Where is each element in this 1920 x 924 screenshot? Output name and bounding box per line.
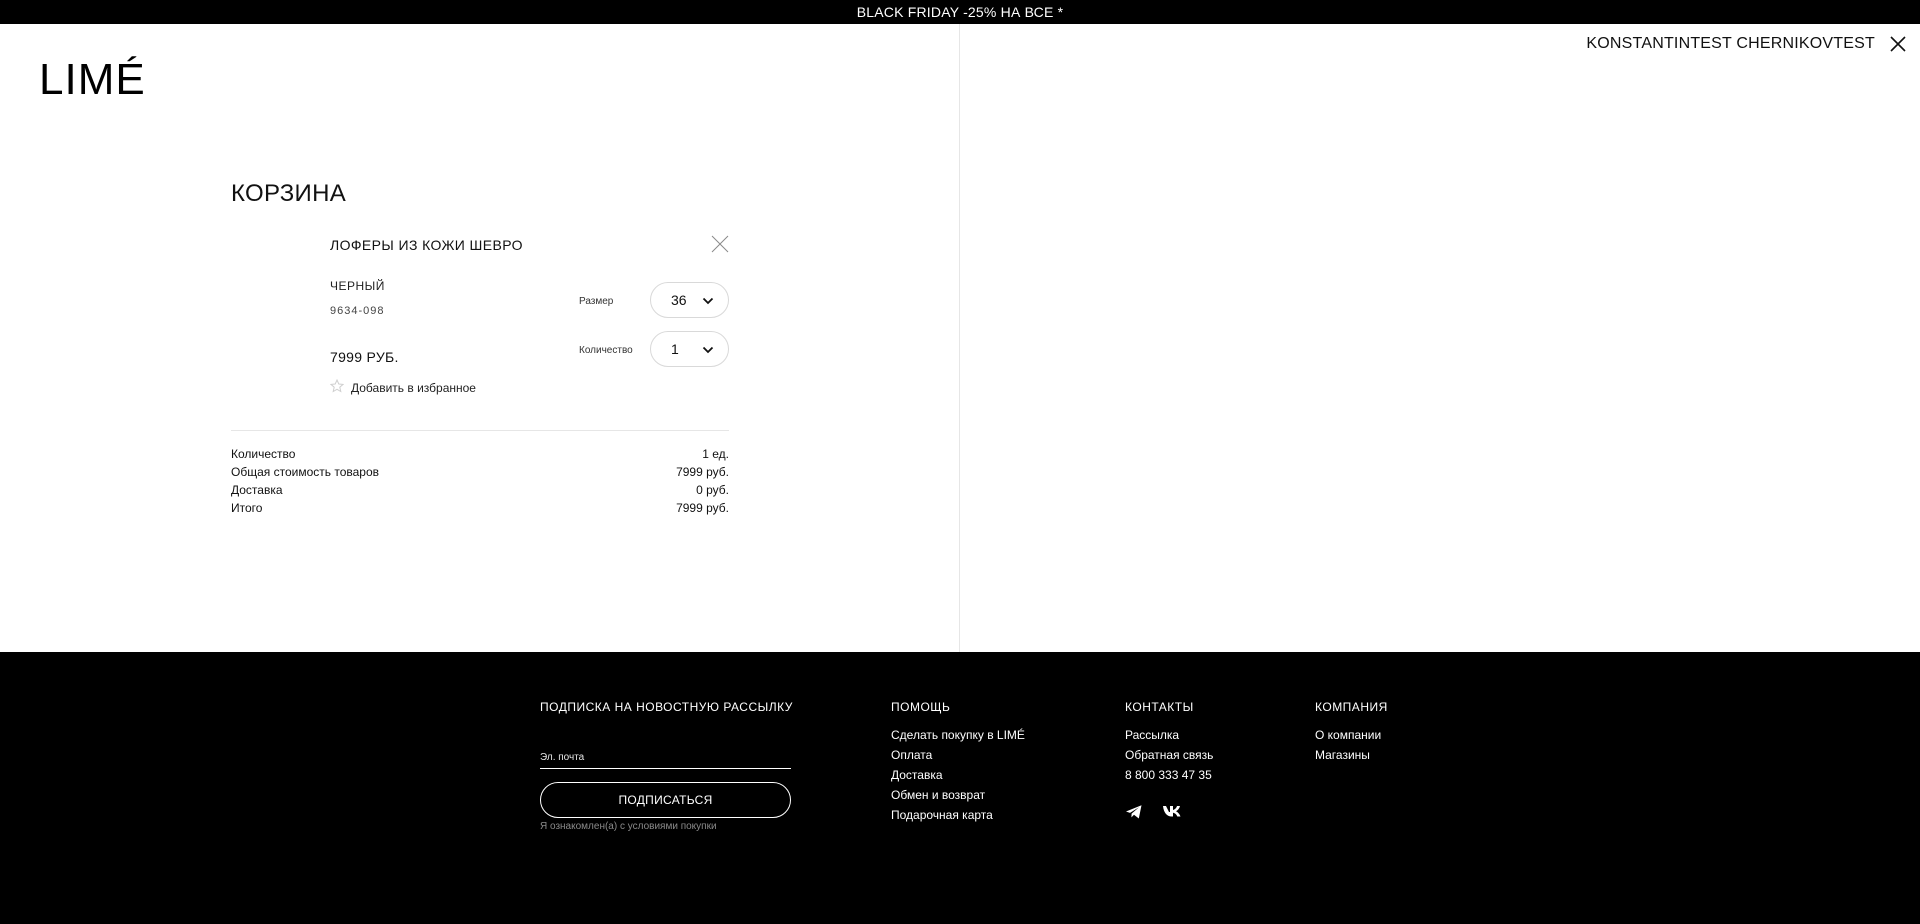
close-icon[interactable] [1888, 34, 1908, 54]
footer-link[interactable]: Рассылка [1125, 728, 1179, 742]
subscribe-button[interactable]: ПОДПИСАТЬСЯ [540, 782, 791, 818]
item-price: 7999 РУБ. [330, 349, 399, 365]
quantity-select[interactable]: 1 [650, 331, 729, 367]
quantity-value: 1 [671, 341, 679, 357]
item-color: ЧЕРНЫЙ [330, 279, 385, 293]
size-value: 36 [671, 292, 687, 308]
footer-link[interactable]: Подарочная карта [891, 808, 993, 822]
cart-title: КОРЗИНА [231, 180, 347, 207]
contacts-heading: КОНТАКТЫ [1125, 700, 1194, 714]
help-heading: ПОМОЩЬ [891, 700, 951, 714]
summary-value: 1 ед. [702, 447, 729, 461]
panel-divider [959, 24, 960, 652]
footer-link[interactable]: Сделать покупку в LIMÉ [891, 728, 1025, 742]
summary-label: Итого [231, 501, 263, 515]
email-field[interactable] [540, 747, 791, 769]
star-icon [329, 378, 345, 396]
cart-item: ЛОФЕРЫ ИЗ КОЖИ ШЕВРО ЧЕРНЫЙ 9634-098 799… [231, 232, 729, 395]
footer: ПОДПИСКА НА НОВОСТНУЮ РАССЫЛКУ ПОДПИСАТЬ… [0, 652, 1920, 924]
promo-bar[interactable]: BLACK FRIDAY -25% НА ВСЕ * [0, 0, 1920, 24]
favorite-label: Добавить в избранное [351, 380, 476, 395]
footer-link[interactable]: Магазины [1315, 748, 1370, 762]
order-summary: Количество 1 ед. Общая стоимость товаров… [231, 430, 729, 517]
chevron-down-icon [702, 341, 714, 357]
summary-label: Общая стоимость товаров [231, 465, 380, 479]
terms-text[interactable]: Я ознакомлен(а) с условиями покупки [540, 821, 717, 832]
footer-link[interactable]: Обратная связь [1125, 748, 1213, 762]
promo-text[interactable]: BLACK FRIDAY -25% НА ВСЕ * [857, 4, 1064, 20]
summary-row: Количество 1 ед. [231, 445, 729, 463]
summary-row: Доставка 0 руб. [231, 481, 729, 499]
summary-row: Итого 7999 руб. [231, 499, 729, 517]
footer-link[interactable]: Оплата [891, 748, 932, 762]
summary-label: Количество [231, 447, 296, 461]
newsletter-heading: ПОДПИСКА НА НОВОСТНУЮ РАССЫЛКУ [540, 700, 793, 714]
remove-item-icon[interactable] [711, 235, 729, 253]
logo[interactable]: LIMÉ [39, 56, 165, 104]
user-name[interactable]: KONSTANTINTEST CHERNIKOVTEST [1586, 35, 1875, 53]
size-label: Размер [579, 296, 614, 307]
cart-section: КОРЗИНА ЛОФЕРЫ ИЗ КОЖИ ШЕВРО ЧЕРНЫЙ 9634… [231, 180, 729, 515]
telegram-icon[interactable] [1125, 804, 1145, 824]
vk-icon[interactable] [1162, 804, 1182, 824]
size-select[interactable]: 36 [650, 282, 729, 318]
item-name[interactable]: ЛОФЕРЫ ИЗ КОЖИ ШЕВРО [330, 237, 523, 253]
quantity-label: Количество [579, 345, 633, 356]
summary-value: 7999 руб. [676, 501, 729, 515]
summary-row: Общая стоимость товаров 7999 руб. [231, 463, 729, 481]
summary-value: 0 руб. [696, 483, 729, 497]
add-to-favorites[interactable]: Добавить в избранное [329, 378, 476, 396]
summary-label: Доставка [231, 483, 283, 497]
chevron-down-icon [702, 292, 714, 308]
item-sku: 9634-098 [330, 305, 385, 317]
summary-value: 7999 руб. [676, 465, 729, 479]
footer-link[interactable]: Доставка [891, 768, 943, 782]
footer-link[interactable]: О компании [1315, 728, 1381, 742]
phone-link[interactable]: 8 800 333 47 35 [1125, 768, 1212, 782]
footer-link[interactable]: Обмен и возврат [891, 788, 985, 802]
company-heading: КОМПАНИЯ [1315, 700, 1388, 714]
logo-text: LIMÉ [39, 55, 146, 104]
